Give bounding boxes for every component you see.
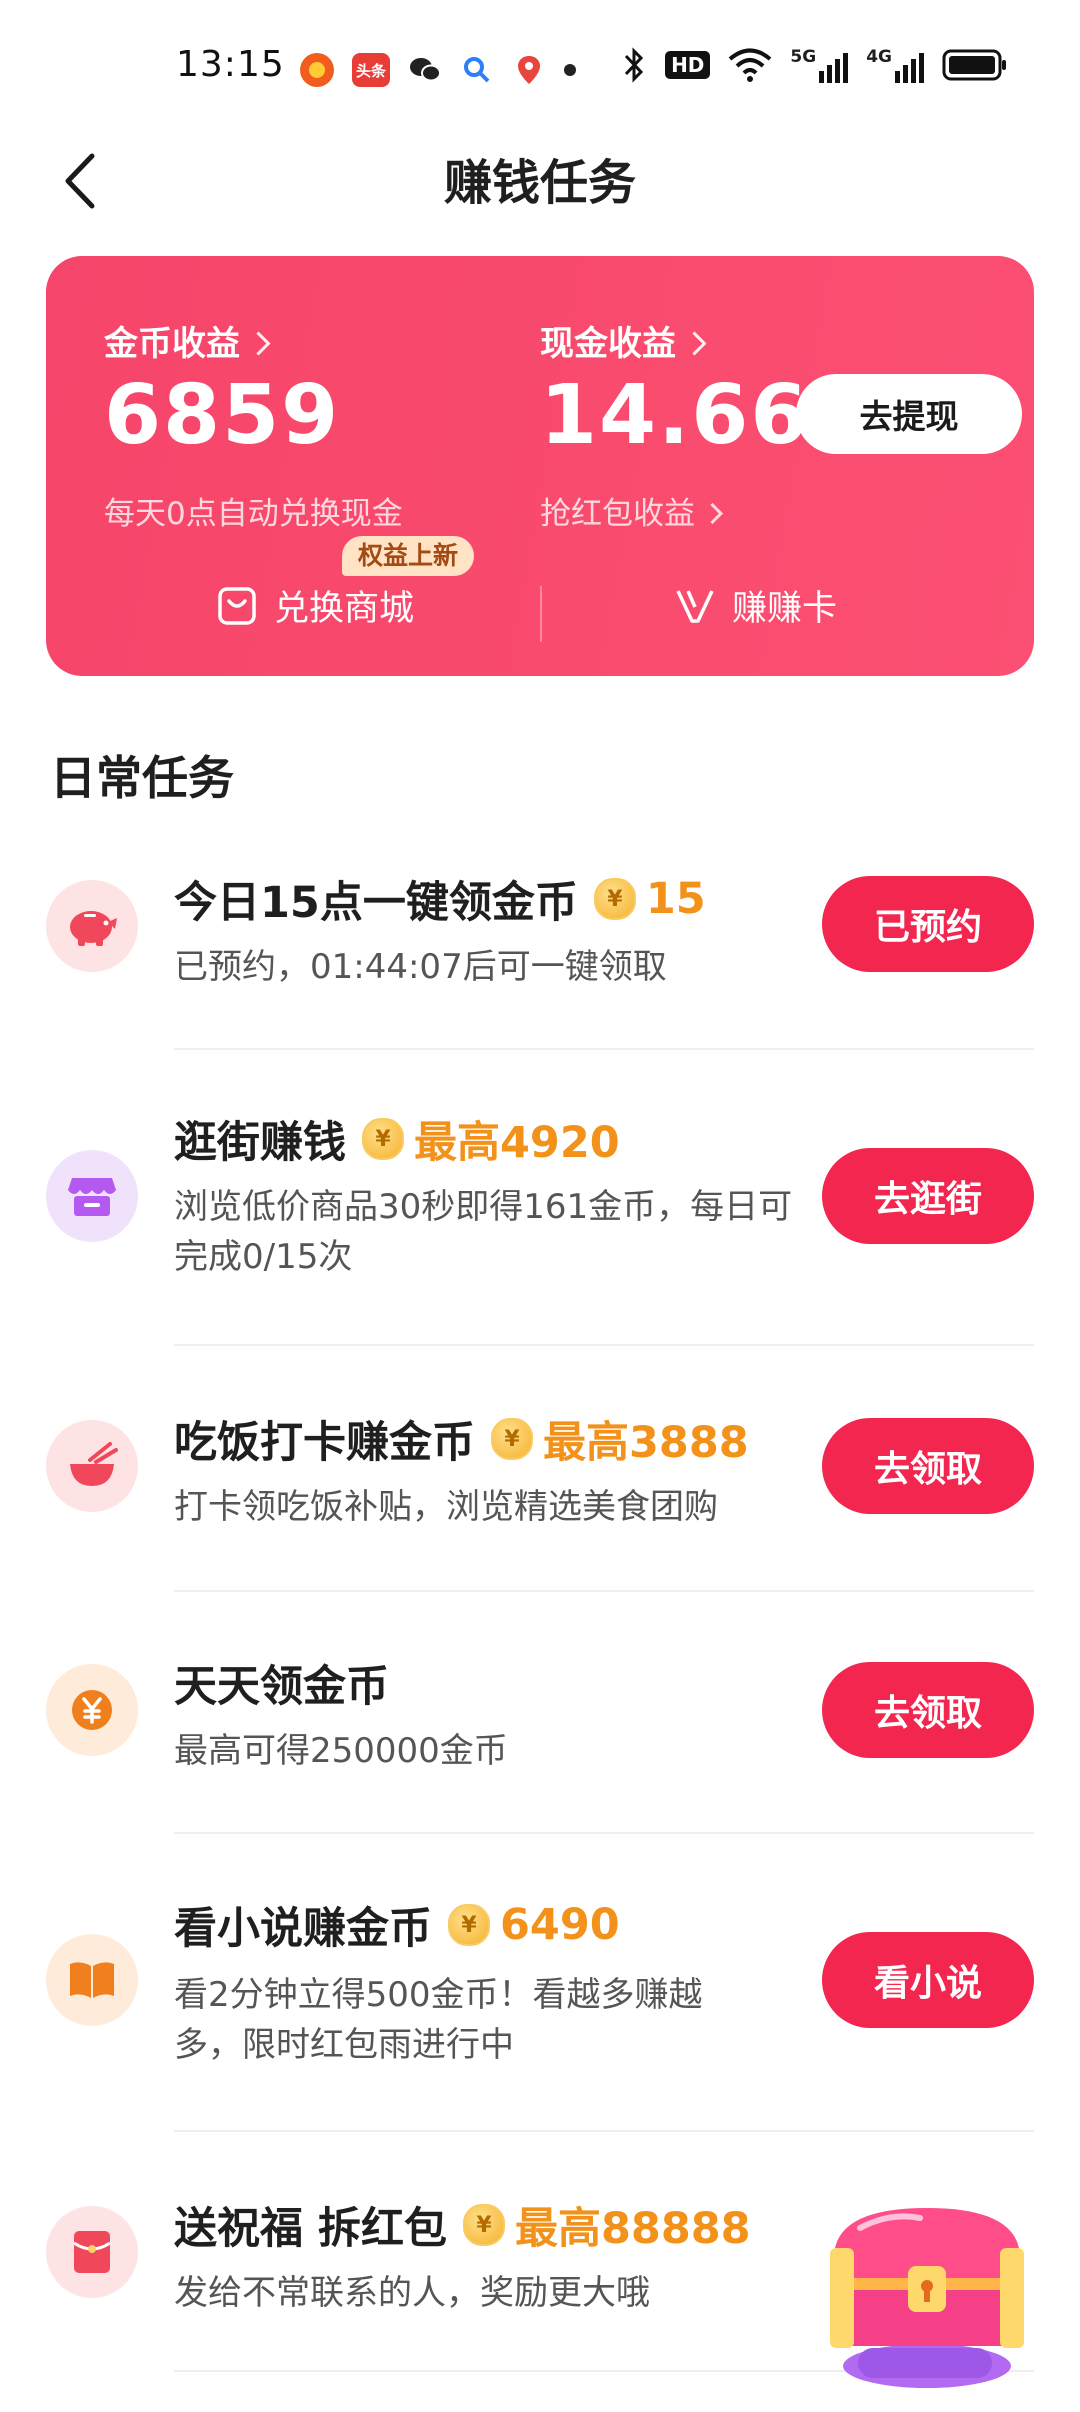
cash-earnings-link[interactable]: 现金收益 xyxy=(540,316,707,365)
yen-coin-icon xyxy=(46,1664,138,1756)
task-item: 吃饭打卡赚金币 ¥ 最高3888 打卡领吃饭补贴，浏览精选美食团购 去领取 xyxy=(0,1390,1080,1580)
app-orange-icon xyxy=(300,53,334,87)
task-reward: 最高3888 xyxy=(543,1418,749,1468)
task-item: 看小说赚金币 ¥ 6490 看2分钟立得500金币！看越多赚越多，限时红包雨进行… xyxy=(0,1880,1080,2120)
claim-button[interactable]: 去领取 xyxy=(822,1418,1034,1514)
treasure-chest-icon[interactable] xyxy=(820,2188,1034,2398)
coin-icon: ¥ xyxy=(593,878,636,920)
piggy-bank-icon xyxy=(46,880,138,972)
battery-icon xyxy=(942,49,1006,81)
wifi-icon xyxy=(729,48,772,82)
book-icon xyxy=(46,1934,138,2026)
task-reward: 最高88888 xyxy=(514,2204,751,2254)
chevron-right-icon xyxy=(682,331,707,356)
earnings-card: 金币收益 6859 每天0点自动兑换现金 现金收益 14.66 抢红包收益 去提… xyxy=(46,256,1034,676)
coin-icon: ¥ xyxy=(491,1418,533,1460)
v-card-icon xyxy=(676,589,714,623)
toutiao-icon: 头条 xyxy=(352,53,390,87)
status-bar: 13:15 头条 HD 5G 4G xyxy=(0,0,1080,140)
task-title: 吃饭打卡赚金币 xyxy=(174,1418,475,1468)
divider xyxy=(174,2130,1034,2132)
wechat-icon xyxy=(408,53,442,87)
more-notifications-dot xyxy=(564,64,576,76)
rice-bowl-icon xyxy=(46,1420,138,1512)
task-item: 天天领金币 最高可得250000金币 去领取 xyxy=(0,1634,1080,1824)
coin-icon: ¥ xyxy=(462,2204,505,2246)
coin-earnings-value: 6859 xyxy=(104,368,341,463)
coin-icon: ¥ xyxy=(362,1118,404,1160)
chevron-right-icon xyxy=(246,331,271,356)
divider xyxy=(174,1590,1034,1592)
card-divider xyxy=(540,586,542,642)
task-title: 天天领金币 xyxy=(174,1662,389,1712)
status-time: 13:15 xyxy=(176,44,285,85)
task-description: 发给不常联系的人，奖励更大哦 xyxy=(174,2273,650,2313)
earn-card-label: 赚赚卡 xyxy=(732,589,838,629)
task-description: 打卡领吃饭补贴，浏览精选美食团购 xyxy=(174,1487,718,1527)
withdraw-button[interactable]: 去提现 xyxy=(796,374,1022,454)
red-packet-icon xyxy=(46,2206,138,2298)
claim-button[interactable]: 去领取 xyxy=(822,1662,1034,1758)
task-title: 今日15点一键领金币 xyxy=(174,878,578,928)
divider xyxy=(174,1344,1034,1346)
coin-icon: ¥ xyxy=(448,1904,490,1946)
read-novel-button[interactable]: 看小说 xyxy=(822,1932,1034,2028)
task-reward: 15 xyxy=(645,874,706,924)
divider xyxy=(174,1832,1034,1834)
red-packet-earnings-link[interactable]: 抢红包收益 xyxy=(540,488,724,533)
exchange-mall-label: 兑换商城 xyxy=(274,589,415,629)
shopping-bag-icon xyxy=(218,586,256,625)
coin-earnings-note: 每天0点自动兑换现金 xyxy=(104,496,403,532)
go-shopping-button[interactable]: 去逛街 xyxy=(822,1148,1034,1244)
chevron-right-icon xyxy=(701,502,724,525)
coin-earnings-label: 金币收益 xyxy=(104,324,240,364)
notification-icons: 头条 xyxy=(300,48,576,92)
task-description: 最高可得250000金币 xyxy=(174,1731,508,1771)
cash-earnings-value: 14.66 xyxy=(540,368,810,463)
earn-card-link[interactable]: 赚赚卡 xyxy=(674,580,837,631)
task-title: 看小说赚金币 xyxy=(174,1904,432,1954)
reserved-button[interactable]: 已预约 xyxy=(822,876,1034,972)
task-title: 送祝福 拆红包 xyxy=(174,2204,447,2254)
task-description: 看2分钟立得500金币！看越多赚越多，限时红包雨进行中 xyxy=(174,1975,703,2065)
task-item: 逛街赚钱 ¥ 最高4920 浏览低价商品30秒即得161金币，每日可完成0/15… xyxy=(0,1098,1080,1338)
task-description: 已预约，01:44:07后可一键领取 xyxy=(174,947,667,987)
cash-earnings-label: 现金收益 xyxy=(540,324,676,364)
hd-icon: HD xyxy=(665,51,711,79)
red-packet-earnings-label: 抢红包收益 xyxy=(540,496,695,532)
daily-tasks-title: 日常任务 xyxy=(50,751,234,805)
search-app-icon xyxy=(460,53,494,87)
page-title: 赚钱任务 xyxy=(443,155,636,211)
coin-earnings-link[interactable]: 金币收益 xyxy=(104,316,271,365)
system-icons: HD 5G 4G xyxy=(621,46,1008,84)
task-reward: 最高4920 xyxy=(414,1118,620,1168)
task-item: 今日15点一键领金币 ¥ 15 已预约，01:44:07后可一键领取 已预约 xyxy=(0,860,1080,1050)
divider xyxy=(174,1048,1034,1050)
exchange-mall-link[interactable]: 兑换商城 xyxy=(216,580,414,631)
5g-signal-icon: 5G xyxy=(790,47,849,83)
task-reward: 6490 xyxy=(500,1900,620,1950)
task-title: 逛街赚钱 xyxy=(174,1118,346,1168)
bluetooth-icon xyxy=(624,47,644,83)
task-description: 浏览低价商品30秒即得161金币，每日可完成0/15次 xyxy=(174,1187,793,1277)
shop-icon xyxy=(46,1150,138,1242)
new-benefits-badge: 权益上新 xyxy=(342,536,475,576)
map-app-icon xyxy=(512,53,546,87)
4g-signal-icon: 4G xyxy=(866,47,924,83)
